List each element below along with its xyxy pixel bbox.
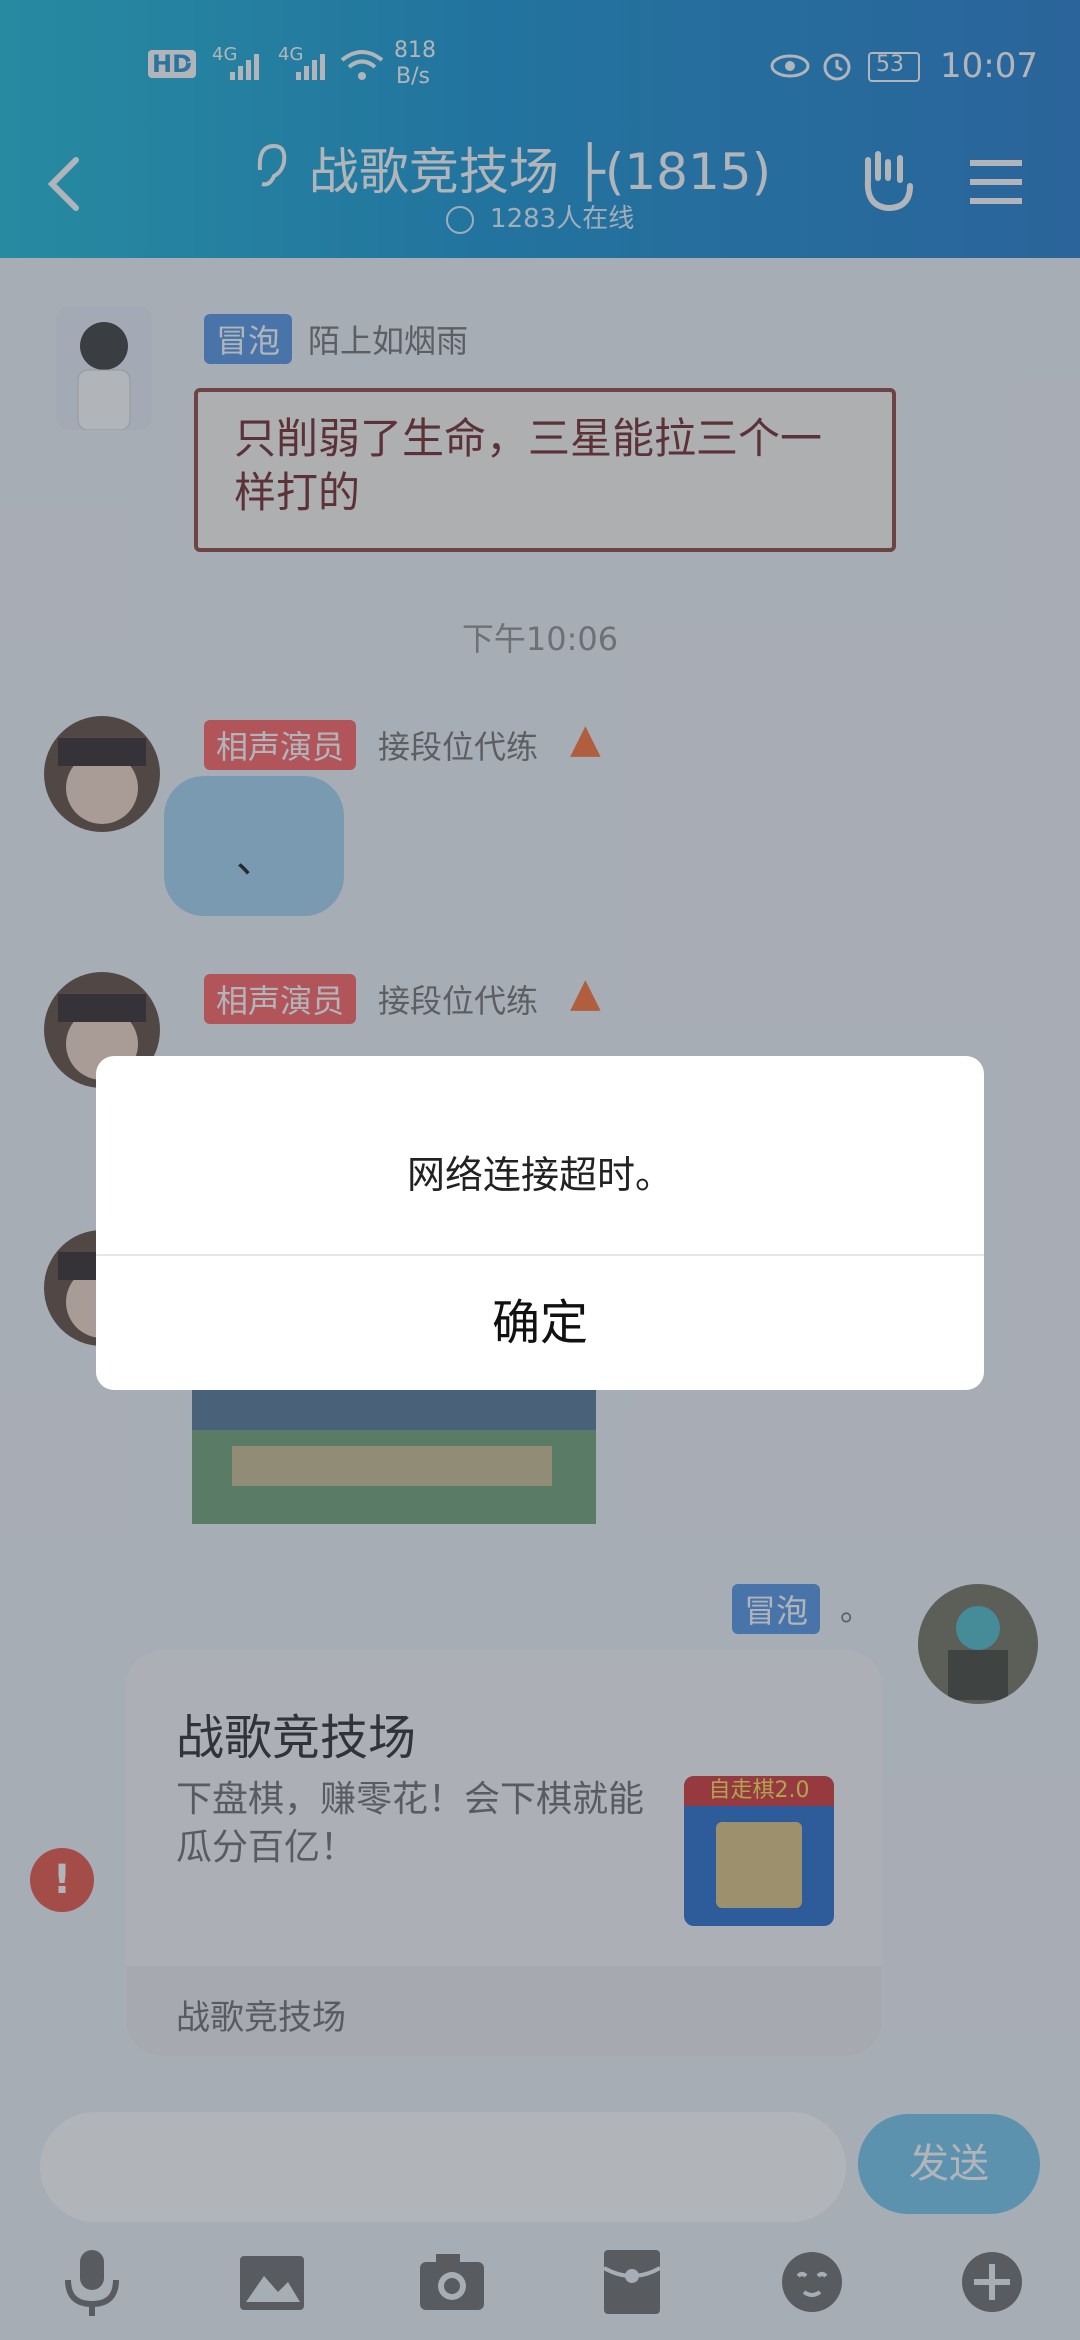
alert-dialog: 网络连接超时。 确定	[96, 1056, 984, 1390]
confirm-button[interactable]: 确定	[96, 1256, 984, 1390]
dialog-message: 网络连接超时。	[406, 1153, 673, 1197]
